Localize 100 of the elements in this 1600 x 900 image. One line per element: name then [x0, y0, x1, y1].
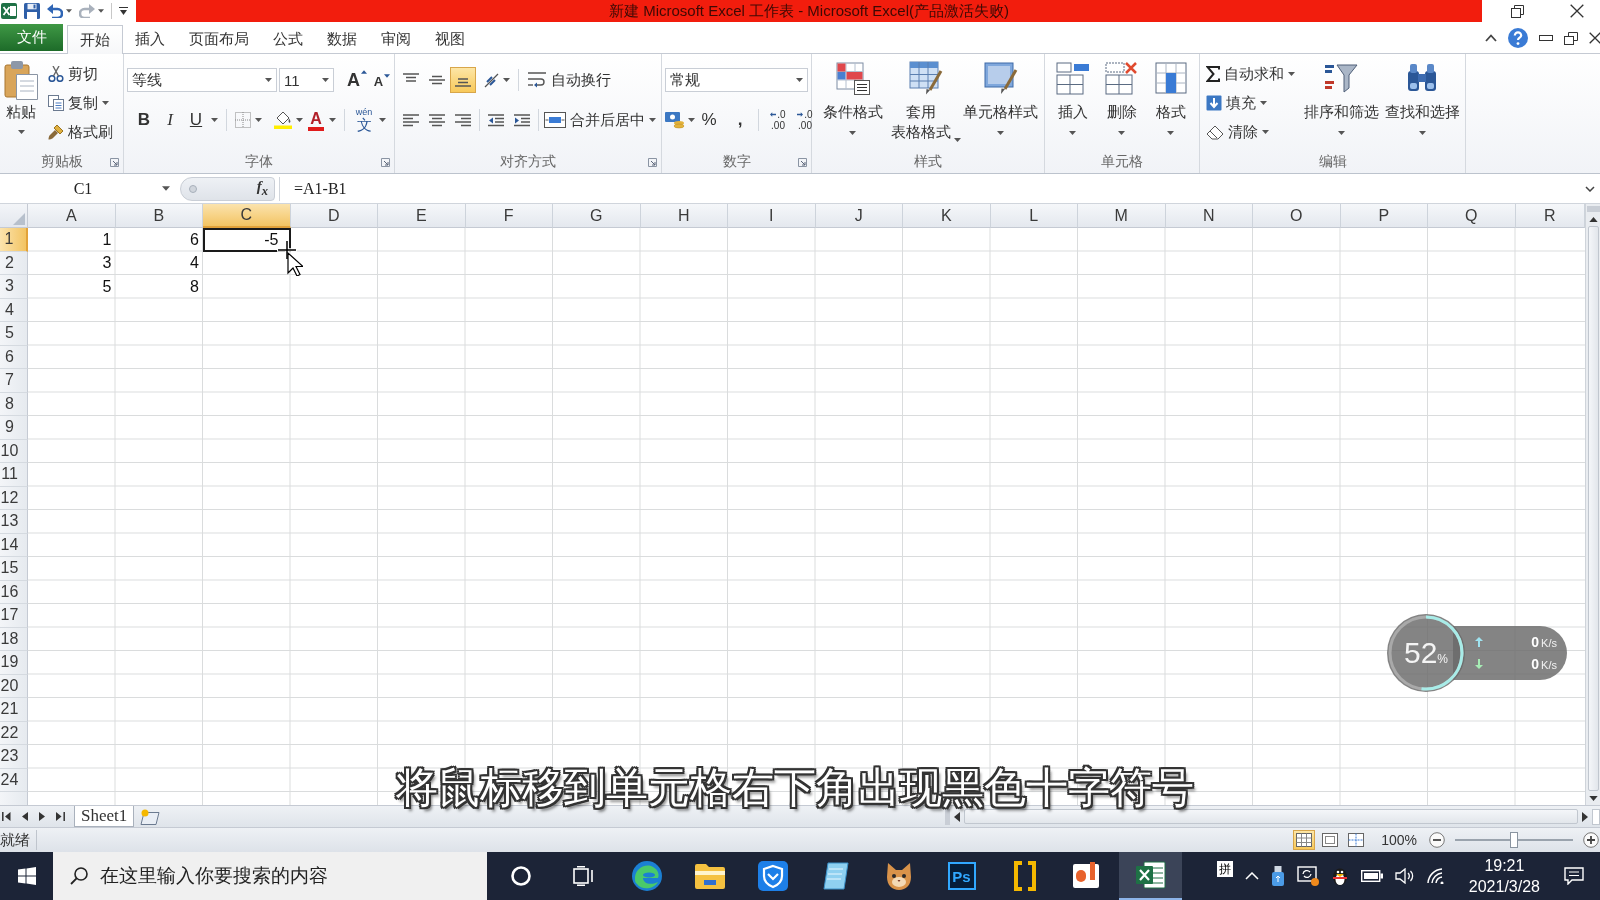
column-header[interactable]: A: [28, 204, 116, 228]
copy-button[interactable]: 复制: [46, 90, 115, 116]
row-header[interactable]: 18: [0, 627, 28, 651]
paste-button[interactable]: 粘贴: [0, 54, 42, 151]
spreadsheet-cell[interactable]: 1: [28, 228, 116, 252]
dialog-launcher-icon[interactable]: [110, 157, 119, 167]
merge-center-button[interactable]: 合并后居中: [542, 107, 658, 133]
column-header[interactable]: M: [1078, 204, 1166, 228]
row-header[interactable]: 15: [0, 557, 28, 581]
caret-icon[interactable]: [796, 78, 803, 82]
undo-icon[interactable]: [47, 4, 63, 18]
ribbon-tab[interactable]: 审阅: [369, 26, 423, 53]
caret-icon[interactable]: [329, 118, 336, 122]
row-header[interactable]: 16: [0, 580, 28, 604]
chevron-up-icon[interactable]: [1485, 34, 1497, 42]
file-tab[interactable]: 文件: [0, 24, 63, 51]
column-header[interactable]: B: [115, 204, 203, 228]
row-header[interactable]: 24: [0, 768, 28, 792]
column-header[interactable]: C: [203, 204, 291, 228]
shrink-font-button[interactable]: A: [371, 68, 393, 92]
row-header[interactable]: 12: [0, 486, 28, 510]
font-size-field[interactable]: 11: [279, 68, 334, 92]
windows-logo-icon[interactable]: [17, 867, 36, 885]
font-color-button[interactable]: A: [307, 108, 325, 132]
caret-icon[interactable]: [503, 78, 510, 82]
column-header[interactable]: H: [640, 204, 728, 228]
speaker-icon[interactable]: [1394, 868, 1415, 884]
bottom-align-button[interactable]: [450, 67, 476, 93]
last-sheet-icon[interactable]: [56, 812, 65, 821]
clear-button[interactable]: 清除: [1204, 119, 1300, 145]
decrease-decimal-button[interactable]: .0 .00: [793, 108, 817, 132]
clock-date[interactable]: 2021/3/28: [1468, 876, 1540, 897]
grow-font-button[interactable]: A: [346, 68, 368, 92]
zoom-in-icon[interactable]: [1583, 832, 1599, 848]
penguin-icon[interactable]: [1330, 866, 1349, 886]
fill-button[interactable]: 填充: [1204, 90, 1300, 116]
spreadsheet-cell[interactable]: 4: [115, 251, 203, 275]
dialog-launcher-icon[interactable]: [798, 157, 807, 167]
insert-sheet-icon[interactable]: [140, 808, 161, 825]
column-header[interactable]: R: [1515, 204, 1585, 228]
sheet-tab[interactable]: Sheet1: [74, 806, 135, 827]
paint-bucket-icon[interactable]: [274, 111, 292, 129]
row-header[interactable]: 21: [0, 698, 28, 722]
ribbon-tab[interactable]: 视图: [423, 26, 477, 53]
decrease-indent-icon[interactable]: [488, 113, 504, 127]
row-header[interactable]: 7: [0, 369, 28, 393]
row-header[interactable]: 20: [0, 674, 28, 698]
row-header[interactable]: 8: [0, 392, 28, 416]
row-header[interactable]: 11: [0, 463, 28, 487]
caret-icon[interactable]: [162, 186, 170, 191]
spreadsheet-cell[interactable]: -5: [203, 228, 291, 252]
customize-icon[interactable]: [119, 7, 128, 15]
caret-icon[interactable]: [379, 118, 386, 122]
row-header[interactable]: 17: [0, 604, 28, 628]
grip-icon[interactable]: [189, 184, 197, 193]
row-header[interactable]: 4: [0, 298, 28, 322]
column-header[interactable]: N: [1165, 204, 1253, 228]
close-icon[interactable]: [1589, 32, 1600, 44]
column-header[interactable]: O: [1253, 204, 1341, 228]
font-name-field[interactable]: 等线: [127, 68, 277, 92]
previous-sheet-icon[interactable]: [22, 812, 28, 821]
caret-icon[interactable]: [98, 9, 104, 13]
bold-button[interactable]: B: [133, 108, 155, 132]
text-orientation-icon[interactable]: [483, 72, 501, 88]
caret-icon[interactable]: [211, 118, 218, 122]
column-header[interactable]: G: [553, 204, 641, 228]
column-header[interactable]: P: [1340, 204, 1428, 228]
battery-icon[interactable]: [1360, 870, 1383, 882]
spreadsheet-cell[interactable]: 3: [28, 251, 116, 275]
save-icon[interactable]: [24, 3, 40, 19]
ribbon-tab[interactable]: 插入: [123, 26, 177, 53]
column-header[interactable]: J: [815, 204, 903, 228]
input-method-indicator[interactable]: 拼: [1216, 861, 1233, 877]
autosum-button[interactable]: 自动求和: [1204, 61, 1300, 87]
scroll-down-icon[interactable]: [1588, 795, 1598, 801]
scroll-left-icon[interactable]: [954, 811, 960, 822]
column-header[interactable]: E: [378, 204, 466, 228]
notification-icon[interactable]: [1564, 867, 1584, 885]
insert-function-button[interactable]: f$_{x}$: [256, 178, 268, 199]
clock-time[interactable]: 19:21: [1484, 855, 1525, 876]
search-field[interactable]: 在这里输入你要搜索的内容: [100, 865, 480, 887]
zoom-level[interactable]: 100%: [1381, 832, 1417, 848]
search-box[interactable]: 在这里输入你要搜索的内容: [53, 852, 487, 900]
row-header[interactable]: 19: [0, 651, 28, 675]
next-sheet-icon[interactable]: [39, 812, 45, 821]
formula-input[interactable]: =A1-B1: [279, 176, 1581, 201]
ribbon-tab[interactable]: 页面布局: [177, 26, 261, 53]
split-handle[interactable]: [1592, 808, 1600, 825]
format-as-table-button[interactable]: 套用 表格格式: [893, 54, 958, 151]
comma-style-button[interactable]: ,: [729, 108, 751, 132]
row-header[interactable]: 14: [0, 533, 28, 557]
caret-icon[interactable]: [255, 118, 262, 122]
row-header[interactable]: 1: [0, 228, 28, 252]
row-header[interactable]: 23: [0, 745, 28, 769]
normal-view-button[interactable]: [1293, 830, 1316, 850]
scroll-up-icon[interactable]: [1588, 216, 1598, 222]
help-icon[interactable]: [1508, 28, 1528, 48]
italic-button[interactable]: I: [159, 108, 181, 132]
vertical-scrollbar[interactable]: [1585, 204, 1600, 805]
row-header[interactable]: 13: [0, 510, 28, 534]
